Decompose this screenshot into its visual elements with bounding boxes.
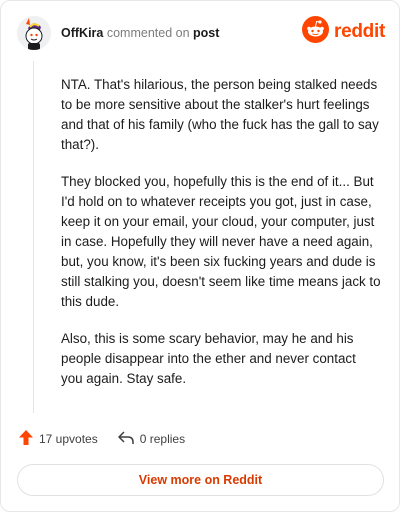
reply-arrow-icon [117,430,134,448]
comment-actions: 17 upvotes 0 replies [19,430,185,448]
comment-paragraph: Also, this is some scary behavior, may h… [61,331,356,386]
comment-paragraph: They blocked you, hopefully this is the … [61,174,381,309]
action-text: commented on [106,26,190,40]
upvote-button[interactable]: 17 upvotes [19,430,98,448]
thread-line [33,61,34,413]
comment-paragraph: NTA. That's hilarious, the person being … [61,77,379,152]
view-more-button[interactable]: View more on Reddit [17,464,384,496]
replies-button[interactable]: 0 replies [117,430,186,448]
snoo-avatar-icon[interactable] [17,16,51,50]
comment-card: OffKira commented on post reddit NTA. Th… [0,0,400,512]
upvote-count: 17 upvotes [39,432,98,446]
reply-count: 0 replies [139,432,186,446]
comment-header: OffKira commented on post reddit [17,14,385,54]
reddit-wordmark: reddit [334,21,385,42]
comment-body: NTA. That's hilarious, the person being … [61,75,381,406]
comment-meta: OffKira commented on post [61,26,219,40]
post-link[interactable]: post [193,26,219,40]
reddit-brand[interactable]: reddit [302,16,385,48]
reddit-logo-icon [302,16,330,48]
username-link[interactable]: OffKira [61,26,103,40]
upvote-arrow-icon [19,430,33,448]
